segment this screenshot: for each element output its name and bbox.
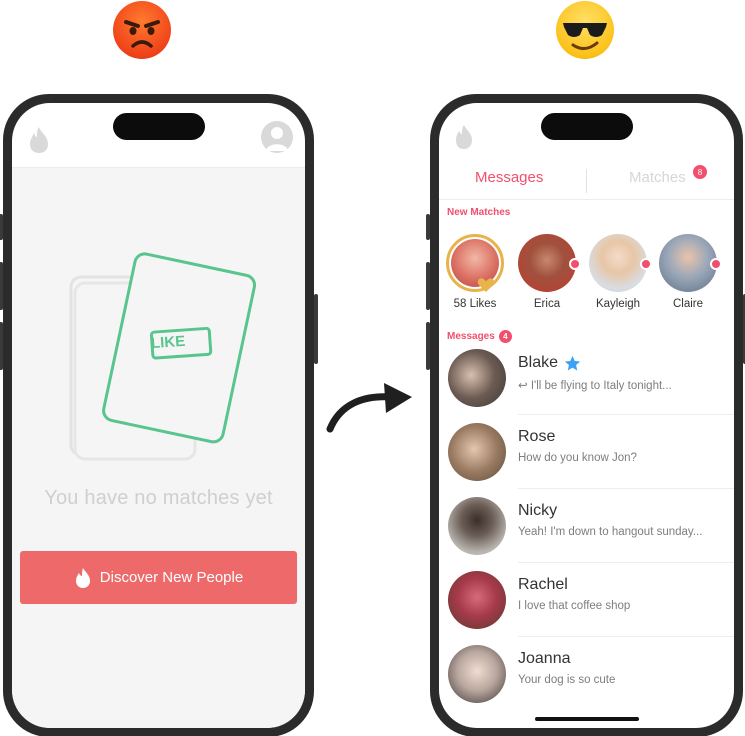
like-cards-illustration [69,252,257,461]
matches-count-badge: 8 [693,165,707,179]
super-like-star-icon [564,355,581,370]
unread-dot [569,258,581,270]
conversation-avatar [448,349,506,407]
conversation-preview: Yeah! I'm down to hangout sunday... [518,526,703,538]
volume-down-button [0,322,3,370]
conversation-name: Nicky [518,502,558,519]
volume-up-button [426,262,430,310]
conversation-avatar [448,645,506,703]
tab-bar: Messages Matches 8 [439,157,734,199]
new-match-likes[interactable]: 58 Likes [444,234,506,310]
tab-divider [586,169,587,193]
conversation-preview: Your dog is so cute [518,674,616,686]
unread-dot [640,258,652,270]
tab-messages[interactable]: Messages [475,169,543,186]
match-avatar [589,234,652,292]
message-row-rose[interactable]: Rose How do you know Jon? [439,415,734,489]
new-match-kayleigh[interactable]: Kayleigh [587,234,652,310]
transition-arrow-icon [326,383,412,433]
conversation-name: Rose [518,428,556,445]
mute-switch [0,214,3,240]
header-divider [12,167,305,168]
like-card-label: LIKE [150,332,186,353]
discover-button-label: Discover New People [99,569,244,586]
conversation-avatar [448,423,506,481]
message-row-nicky[interactable]: Nicky Yeah! I'm down to hangout sunday..… [439,489,734,563]
message-row-joanna[interactable]: Joanna Your dog is so cute [439,637,734,711]
message-row-rachel[interactable]: Rachel I love that coffee shop [439,563,734,637]
no-matches-screen: LIKE You have no matches yet Discover Ne… [12,103,305,728]
flame-icon [75,567,90,588]
conversation-preview: I love that coffee shop [518,600,631,612]
sunglasses-face-emoji-icon [556,1,614,59]
new-matches-heading: New Matches [447,207,511,218]
power-button [314,294,318,364]
home-indicator[interactable] [534,717,639,721]
dynamic-island [112,113,205,140]
unread-dot [710,258,722,270]
conversation-preview: ↩ I'll be flying to Italy tonight... [518,380,672,392]
new-match-claire[interactable]: Claire [657,234,722,310]
conversation-name: Blake [518,354,559,371]
likes-avatar [446,234,504,292]
volume-up-button [0,262,3,310]
conversation-avatar [448,571,506,629]
no-matches-message: You have no matches yet [44,487,273,509]
new-match-name: Kayleigh [595,298,641,310]
dynamic-island [540,113,633,140]
match-avatar [518,234,581,292]
conversation-name-wrap: Blake [518,354,581,372]
messages-screen: Messages Matches 8 New Matches 58 Likes [439,103,734,728]
profile-avatar-icon[interactable] [261,121,293,153]
new-match-erica[interactable]: Erica [516,234,581,310]
mute-switch [426,214,430,240]
new-match-name: Claire [672,298,704,310]
conversation-name: Joanna [518,650,571,667]
volume-down-button [426,322,430,370]
conversation-preview: How do you know Jon? [518,452,637,464]
tinder-flame-icon[interactable] [26,125,52,155]
angry-face-emoji-icon [113,1,171,59]
tinder-flame-icon[interactable] [452,123,476,151]
discover-new-people-button[interactable]: Discover New People [20,551,297,604]
gold-heart-icon [477,278,495,292]
message-row-blake[interactable]: Blake ↩ I'll be flying to Italy tonight.… [439,341,734,415]
conversation-name: Rachel [518,576,568,593]
new-match-name: 58 Likes [453,298,497,310]
phone-after: Messages Matches 8 New Matches 58 Likes [426,94,745,736]
new-match-name: Erica [533,298,561,310]
comparison-stage: LIKE You have no matches yet Discover Ne… [0,0,745,736]
tab-matches[interactable]: Matches [629,169,686,186]
phone-before: LIKE You have no matches yet Discover Ne… [0,94,318,736]
match-avatar [659,234,722,292]
tab-underline [439,199,734,200]
conversation-avatar [448,497,506,555]
